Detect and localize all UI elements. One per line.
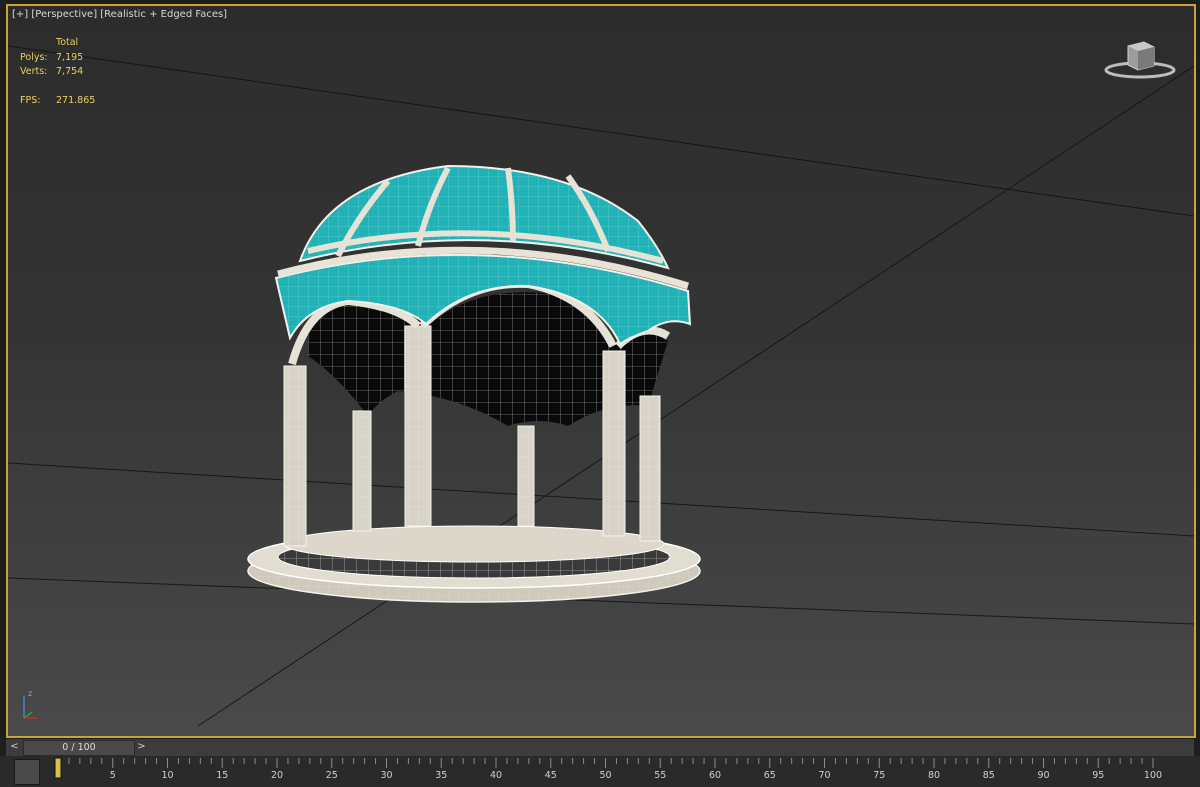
ruler-tick-label: 45 (545, 770, 557, 781)
stats-header: Total (56, 37, 79, 48)
ruler-tick-label: 20 (271, 770, 283, 781)
viewport-label: [+] [Perspective] [Realistic + Edged Fac… (12, 9, 227, 20)
current-frame-marker (54, 757, 62, 779)
ruler-tick-label: 40 (490, 770, 502, 781)
perspective-viewport[interactable]: [+] [Perspective] [Realistic + Edged Fac… (6, 4, 1196, 738)
ruler-tick-label: 15 (216, 770, 228, 781)
gazebo-floor (247, 525, 701, 603)
statistics-overlay: Total Polys: 7,195 Verts: 7,754 FPS: 271… (20, 36, 95, 108)
ruler-tick-label: 25 (326, 770, 338, 781)
verts-value: 7,754 (56, 66, 84, 77)
ruler-tick-label: 95 (1092, 770, 1104, 781)
prev-frame-button[interactable]: < (8, 740, 21, 754)
ruler-tick-label: 5 (110, 770, 116, 781)
fps-label: FPS: (20, 94, 41, 106)
ruler-tick-label: 90 (1037, 770, 1049, 781)
frame-indicator[interactable]: 0 / 100 (23, 740, 135, 756)
polys-label: Polys: (20, 51, 48, 63)
gazebo-scene (8, 45, 1194, 727)
ruler-tick-label: 35 (435, 770, 447, 781)
ruler-tick-label: 30 (380, 770, 392, 781)
viewcube-icon[interactable] (1098, 34, 1178, 84)
time-slider[interactable]: < 0 / 100 > (6, 739, 1194, 756)
ruler-tick-label: 50 (599, 770, 611, 781)
ruler-tick-label: 60 (709, 770, 721, 781)
ruler-tick-label: 100 (1144, 770, 1162, 781)
axis-tripod-icon: z (23, 689, 38, 719)
ruler-tick-label: 85 (983, 770, 995, 781)
viewport-view-menu[interactable]: [Perspective] (31, 9, 97, 20)
frame-ruler[interactable]: 5 10 15 20 25 30 35 40 45 50 55 60 65 70 75 80 85 90 95 100 (52, 756, 1162, 787)
fps-value: 271.865 (56, 94, 96, 106)
viewport-plus-menu[interactable]: [+] (12, 9, 28, 20)
mini-curve-editor-icon[interactable] (14, 759, 40, 785)
ruler-tick-label: 10 (161, 770, 173, 781)
axis-z-label: z (28, 689, 32, 698)
track-bar[interactable]: 5 10 15 20 25 30 35 40 45 50 55 60 65 70 75 80 85 90 95 100 (0, 756, 1200, 787)
ruler-tick-label: 75 (873, 770, 885, 781)
viewport-shading-menu[interactable]: [Realistic + Edged Faces] (100, 9, 227, 20)
next-frame-button[interactable]: > (135, 740, 148, 754)
verts-label: Verts: (20, 66, 48, 77)
ruler-tick-label: 65 (764, 770, 776, 781)
ruler-tick-label: 70 (818, 770, 830, 781)
ruler-tick-label: 55 (654, 770, 666, 781)
polys-value: 7,195 (56, 51, 84, 63)
ruler-tick-label: 80 (928, 770, 940, 781)
